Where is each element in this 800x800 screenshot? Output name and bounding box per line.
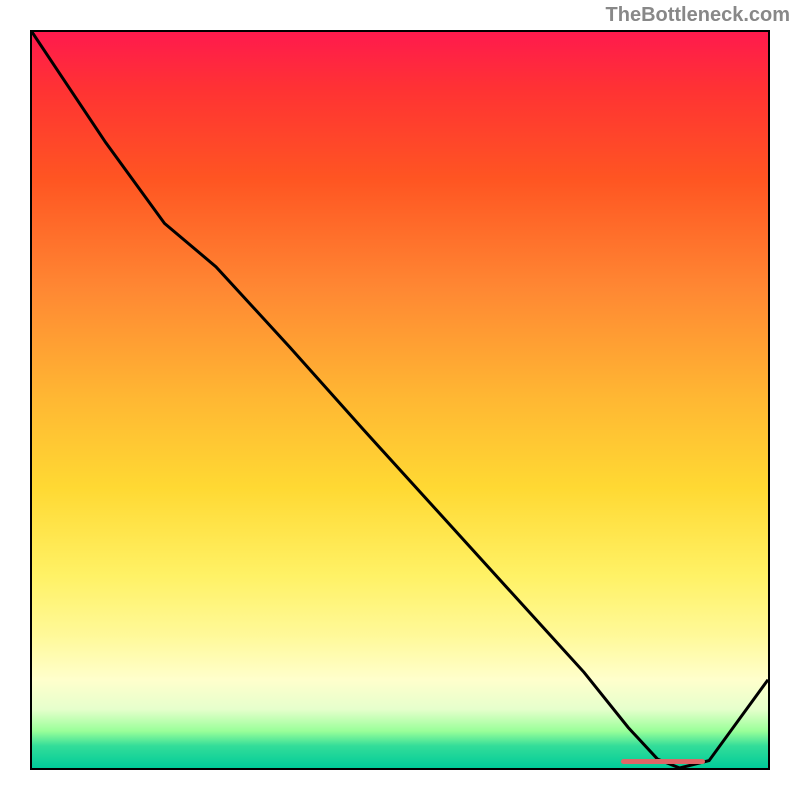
attribution-text: TheBottleneck.com — [606, 4, 790, 27]
optimal-range-marker — [621, 759, 706, 764]
bottleneck-curve — [32, 32, 768, 768]
chart-area — [30, 30, 770, 770]
